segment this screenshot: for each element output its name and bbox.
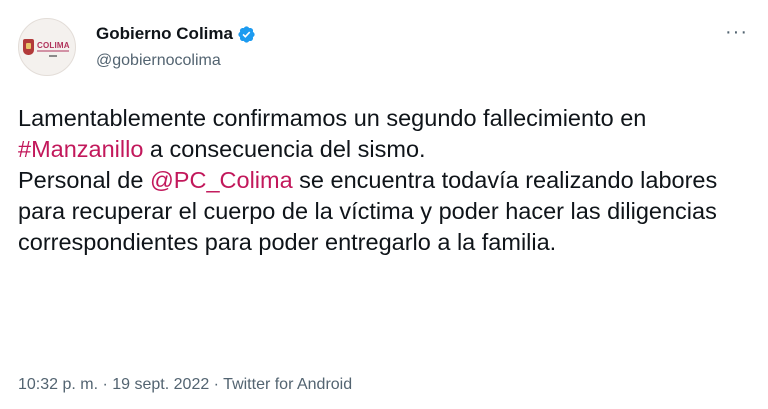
tweet-meta: 10:32 p. m. · 19 sept. 2022 · Twitter fo… (18, 374, 352, 396)
author-handle[interactable]: @gobiernocolima (96, 51, 221, 71)
tweet-paragraph-1: Lamentablemente confirmamos un segundo f… (18, 103, 738, 165)
tweet-time[interactable]: 10:32 p. m. (18, 376, 98, 393)
tweet-date[interactable]: 19 sept. 2022 (112, 376, 209, 393)
more-options-icon[interactable]: ··· (725, 22, 748, 42)
tweet-card: COLIMA Gobierno Colima @gobiernocolima ·… (0, 0, 768, 409)
hashtag-link[interactable]: #Manzanillo (18, 136, 143, 162)
mention-link[interactable]: @PC_Colima (150, 167, 293, 193)
avatar-logo-mark (49, 55, 57, 57)
meta-separator: · (209, 376, 224, 393)
author-display-name[interactable]: Gobierno Colima (96, 24, 233, 44)
tweet-source[interactable]: Twitter for Android (223, 376, 352, 393)
avatar-logo-underline (37, 50, 69, 52)
tweet-text-segment: a consecuencia del sismo. (143, 136, 426, 162)
tweet-text-segment: Personal de (18, 167, 150, 193)
avatar-logo-text: COLIMA (37, 41, 70, 50)
meta-separator: · (98, 376, 113, 393)
avatar[interactable]: COLIMA (18, 18, 76, 76)
tweet-text: Lamentablemente confirmamos un segundo f… (18, 103, 738, 258)
tweet-text-segment: Lamentablemente confirmamos un segundo f… (18, 105, 647, 131)
tweet-paragraph-2: Personal de @PC_Colima se encuentra toda… (18, 165, 738, 258)
coat-of-arms-icon (23, 39, 34, 55)
author-name-row[interactable]: Gobierno Colima (96, 24, 256, 44)
verified-badge-icon (238, 25, 255, 43)
